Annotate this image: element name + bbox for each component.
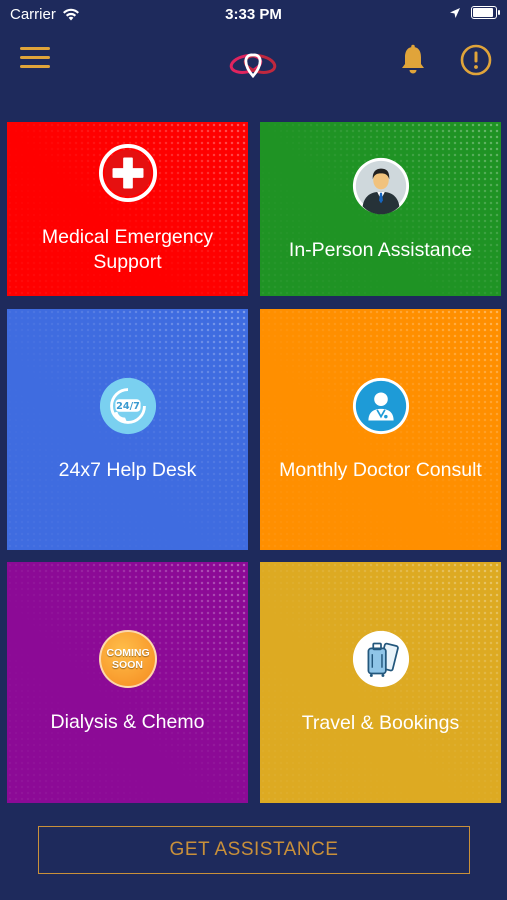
hamburger-menu-icon[interactable]	[20, 47, 50, 69]
services-grid: Medical Emergency Support In-Person Assi…	[7, 122, 501, 803]
tile-dialysis-chemo[interactable]: COMING SOON Dialysis & Chemo	[7, 562, 248, 803]
tile-monthly-doctor-consult[interactable]: Monthly Doctor Consult	[260, 309, 501, 550]
status-time: 3:33 PM	[225, 6, 282, 23]
svg-text:24/7: 24/7	[116, 401, 140, 412]
tile-label: Monthly Doctor Consult	[279, 459, 482, 481]
get-assistance-button[interactable]: GET ASSISTANCE	[38, 826, 470, 874]
tile-travel-bookings[interactable]: Travel & Bookings	[260, 562, 501, 803]
tile-label: In-Person Assistance	[288, 238, 473, 261]
location-arrow-icon	[450, 7, 460, 18]
tile-label: Travel & Bookings	[301, 712, 460, 734]
nav-bar	[0, 30, 507, 92]
status-right	[449, 6, 500, 19]
battery-icon	[471, 6, 500, 19]
coming-soon-text: COMING SOON	[106, 647, 150, 671]
heart-location-logo	[229, 53, 277, 79]
doctor-icon	[351, 376, 411, 436]
tile-help-desk[interactable]: 24/7 24x7 Help Desk	[7, 309, 248, 550]
exclamation-circle-icon[interactable]	[459, 43, 493, 77]
bell-icon[interactable]	[396, 43, 430, 77]
person-avatar-icon	[351, 156, 411, 216]
tile-in-person-assistance[interactable]: In-Person Assistance	[260, 122, 501, 296]
coming-soon-badge: COMING SOON	[98, 630, 157, 688]
help-desk-24-7-icon: 24/7	[98, 376, 158, 436]
status-bar: Carrier 3:33 PM	[0, 0, 507, 28]
medical-cross-icon	[98, 143, 158, 203]
tile-medical-emergency[interactable]: Medical Emergency Support	[7, 122, 248, 296]
tile-label: Medical Emergency Support	[41, 226, 214, 273]
luggage-ticket-icon	[351, 629, 411, 689]
tile-label: 24x7 Help Desk	[58, 459, 197, 481]
tile-label: Dialysis & Chemo	[50, 711, 205, 733]
